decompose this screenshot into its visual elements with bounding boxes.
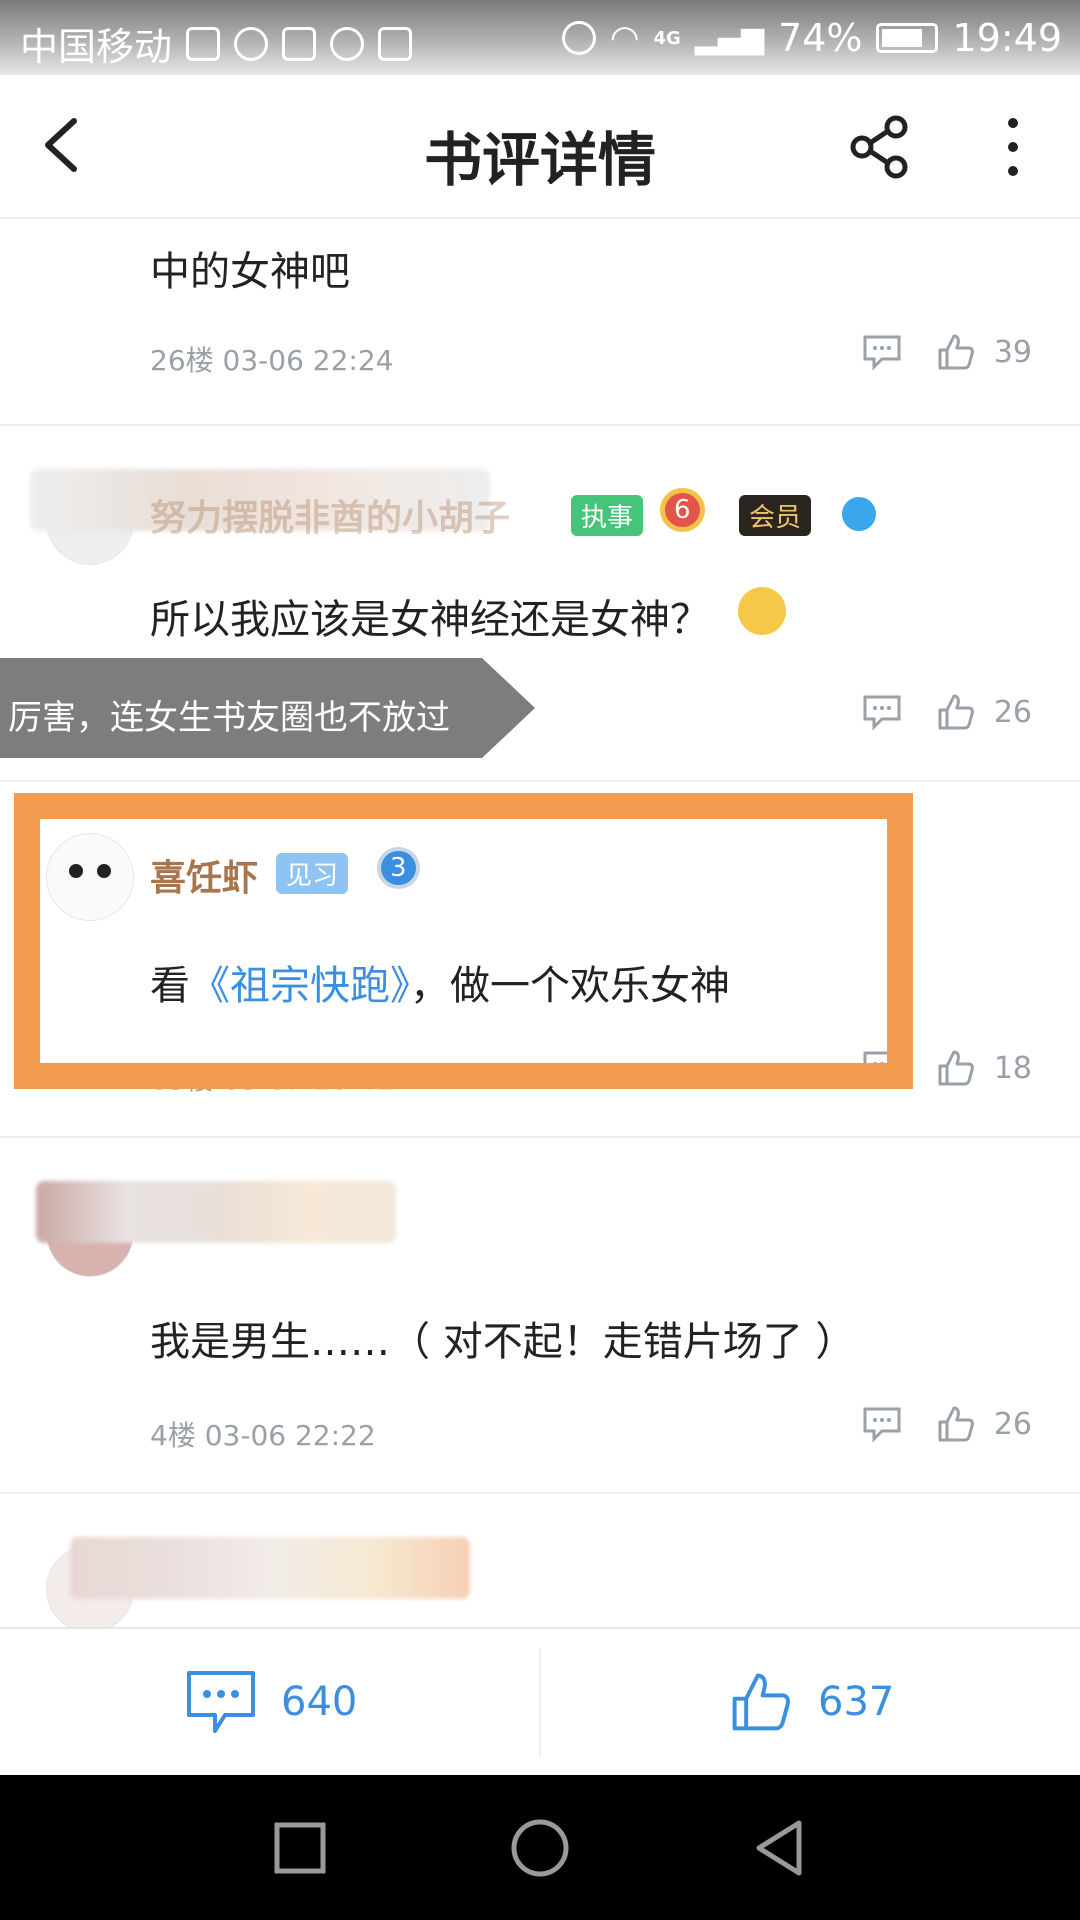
- seal-face-icon: [69, 864, 83, 878]
- more-options-icon[interactable]: [1000, 115, 1026, 179]
- comment-item: [0, 1495, 1080, 1627]
- comment-text: 所以我应该是女神经还是女神？: [150, 597, 710, 643]
- book-link[interactable]: 《祖宗快跑》: [190, 963, 410, 1009]
- back-nav-icon[interactable]: [745, 1813, 815, 1883]
- app-header: 书评详情: [0, 75, 1080, 219]
- keyboard-icon: [282, 26, 317, 61]
- book-badge-icon: [842, 497, 876, 531]
- bar-divider: [539, 1649, 541, 1757]
- network-type: 4G: [653, 27, 681, 49]
- comment-meta: 4楼 03-06 22:22: [150, 1419, 376, 1452]
- comment-item: 喜饪虾 见习 3 看《祖宗快跑》，做一个欢乐女神 83楼 03-07 10:41…: [0, 783, 1080, 1138]
- blurred-username: [70, 1537, 470, 1599]
- alarm-icon: [561, 21, 596, 55]
- tooltip-text: 厉害，连女生书友圈也不放过: [8, 698, 450, 738]
- divider: [0, 1136, 1080, 1138]
- grin-emoji-icon: [738, 587, 786, 635]
- carrier-label: 中国移动: [20, 25, 173, 69]
- badge-member: 会员: [739, 495, 812, 536]
- comment-item: 中的女神吧 26楼 03-06 22:24 39: [0, 217, 1080, 425]
- comment-icon: [187, 1671, 255, 1733]
- page-title: 书评详情: [423, 126, 656, 194]
- like-post-button[interactable]: 637: [728, 1669, 894, 1735]
- system-nav-bar: [0, 1775, 1080, 1920]
- avatar[interactable]: [46, 833, 134, 921]
- reply-icon[interactable]: [862, 694, 902, 730]
- status-bar: 中国移动 ◠ 4G ▂▄▆ 74% 19:49: [0, 0, 1080, 75]
- comment-text-prefix: 看: [150, 963, 190, 1009]
- wifi-icon: ◠: [609, 18, 640, 58]
- thumbs-up-icon: [938, 334, 974, 370]
- grid-icon: [378, 26, 413, 61]
- like-count: 39: [993, 334, 1032, 370]
- gallery-icon: [186, 26, 221, 61]
- signal-icon: ▂▄▆: [694, 20, 765, 56]
- thumbs-up-icon: [938, 694, 974, 730]
- home-icon[interactable]: [505, 1813, 575, 1883]
- badge-trainee: 见习: [276, 853, 349, 894]
- seal-face-icon-eye: [97, 864, 111, 878]
- like-button[interactable]: 39: [936, 332, 1032, 372]
- like-button[interactable]: 26: [936, 1404, 1032, 1444]
- battery-percent: 74%: [778, 16, 863, 60]
- comments-button[interactable]: 640: [185, 1669, 357, 1735]
- comment-text: 我是男生……（ 对不起！走错片场了 ）: [150, 1319, 856, 1365]
- comment-item: 我是男生……（ 对不起！走错片场了 ） 4楼 03-06 22:22 26: [0, 1139, 1080, 1494]
- divider: [0, 1492, 1080, 1494]
- username[interactable]: 努力摆脱非酋的小胡子: [150, 489, 510, 541]
- reply-icon[interactable]: [862, 1406, 902, 1442]
- thumbs-up-icon: [938, 1406, 974, 1442]
- divider: [0, 780, 1080, 782]
- comment-actions: 26: [862, 692, 1032, 732]
- like-button[interactable]: 26: [936, 692, 1032, 732]
- badge-role: 执事: [571, 495, 644, 536]
- like-count: 26: [993, 1406, 1032, 1442]
- reply-icon[interactable]: [862, 1050, 902, 1086]
- like-count: 26: [993, 694, 1032, 730]
- username[interactable]: 喜饪虾: [150, 849, 258, 901]
- like-button[interactable]: 18: [936, 1048, 1032, 1088]
- share-icon[interactable]: [848, 115, 912, 179]
- clock: 19:49: [952, 16, 1062, 60]
- comment-feed[interactable]: 中的女神吧 26楼 03-06 22:24 39 努力摆脱非酋的小胡子 执事 6…: [0, 217, 1080, 1627]
- comment-meta: 83楼 03-07 10:41: [150, 1063, 394, 1096]
- thumbs-up-icon: [732, 1673, 790, 1731]
- comment-text-suffix: ，做一个欢乐女神: [410, 963, 730, 1009]
- thumbs-up-icon: [938, 1050, 974, 1086]
- comment-actions: 39: [862, 332, 1032, 372]
- comments-count: 640: [281, 1679, 358, 1725]
- badge-level: 3: [381, 851, 416, 885]
- comment-meta: 26楼 03-06 22:24: [150, 344, 394, 377]
- recent-apps-icon[interactable]: [265, 1813, 335, 1883]
- comment-text: 中的女神吧: [150, 249, 350, 295]
- comment-text: 看《祖宗快跑》，做一个欢乐女神: [150, 953, 730, 1011]
- battery-icon: [876, 23, 939, 53]
- likes-count: 637: [818, 1679, 895, 1725]
- app-icon-2: [330, 26, 365, 61]
- like-count: 18: [993, 1050, 1032, 1086]
- blurred-username: [36, 1181, 396, 1243]
- comment-actions: 26: [862, 1404, 1032, 1444]
- divider: [0, 424, 1080, 426]
- app-icon: [234, 26, 269, 61]
- comment-actions: 18: [862, 1048, 1032, 1088]
- badge-level: 6: [665, 493, 700, 527]
- reply-icon[interactable]: [862, 334, 902, 370]
- bottom-action-bar: 640 637: [0, 1627, 1080, 1777]
